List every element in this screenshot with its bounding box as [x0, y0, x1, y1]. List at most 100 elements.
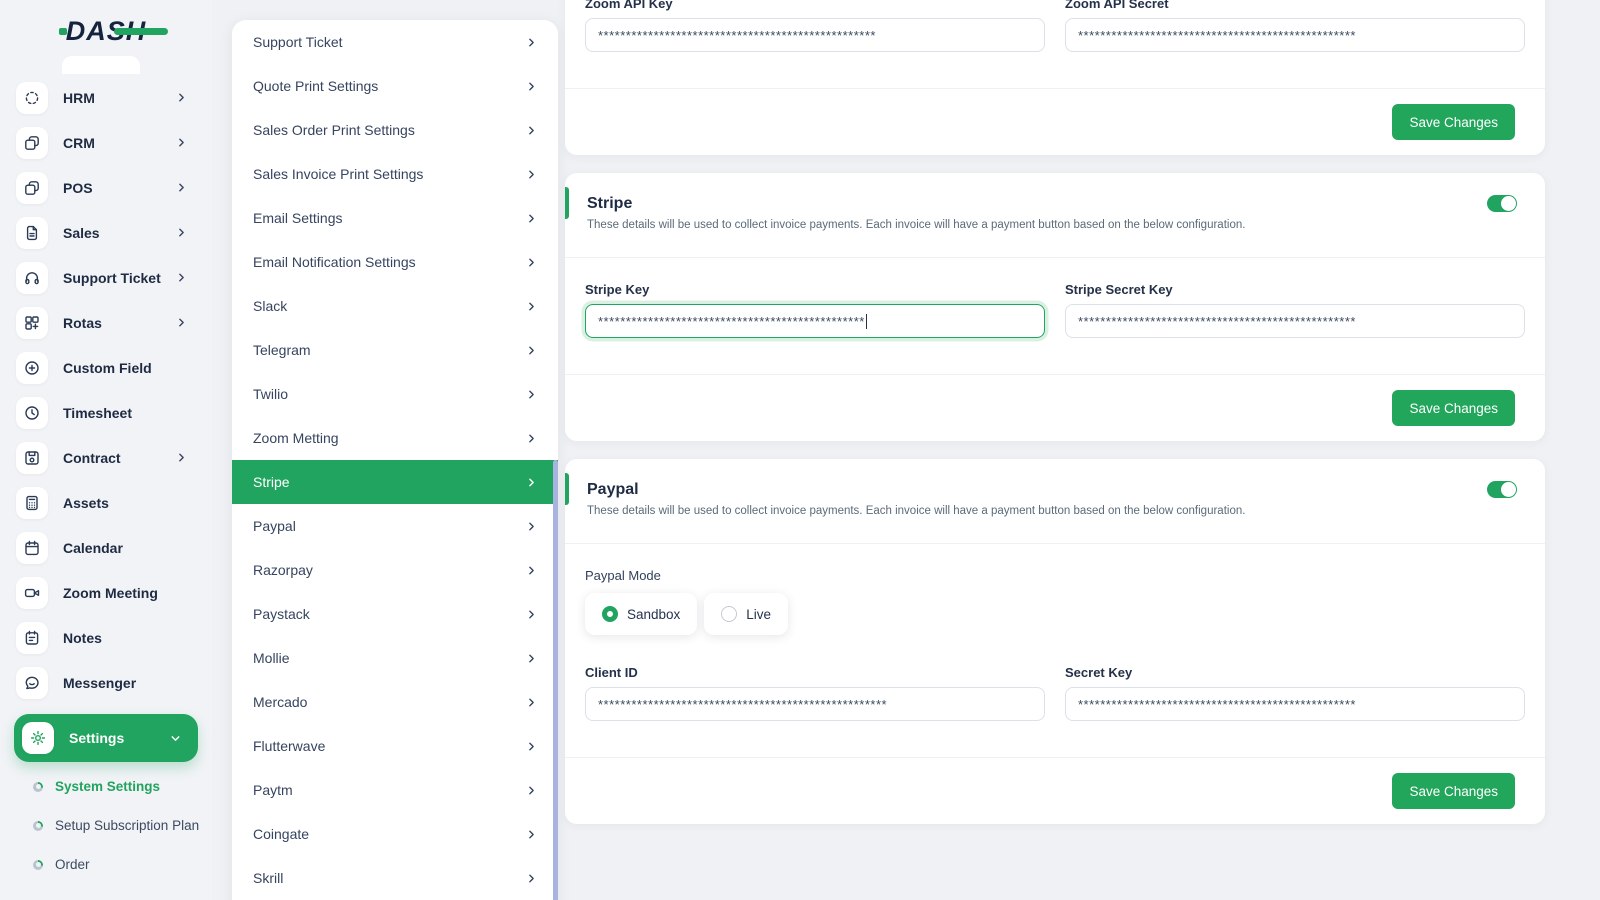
stripe-toggle-knob: [1501, 196, 1516, 211]
paypal-description: These details will be used to collect in…: [587, 505, 1246, 517]
settings-nav-item-sales-invoice-print-settings[interactable]: Sales Invoice Print Settings: [232, 152, 558, 196]
stripe-secret-key-group: Stripe Secret Key **********************…: [1065, 282, 1525, 338]
paypal-mode-live-option[interactable]: Live: [704, 593, 789, 635]
settings-nav-item-paypal[interactable]: Paypal: [232, 504, 558, 548]
sub-item-bullet-icon: [33, 781, 43, 792]
sidebar-item-contract[interactable]: Contract: [0, 435, 212, 480]
sidebar-item-settings[interactable]: Settings: [14, 714, 198, 762]
sidebar-item-zoom-meeting[interactable]: Zoom Meeting: [0, 570, 212, 615]
chevron-right-icon: [529, 566, 534, 574]
paypal-mode-label: Paypal Mode: [585, 568, 661, 583]
settings-nav-item-telegram[interactable]: Telegram: [232, 328, 558, 372]
sidebar-item-sales[interactable]: Sales: [0, 210, 212, 255]
settings-nav-item-quote-print-settings[interactable]: Quote Print Settings: [232, 64, 558, 108]
sidebar-item-custom-field[interactable]: Custom Field: [0, 345, 212, 390]
settings-nav-item-support-ticket[interactable]: Support Ticket: [232, 20, 558, 64]
paypal-mode-sandbox-option[interactable]: Sandbox: [585, 593, 698, 635]
support-ticket-icon: [25, 271, 39, 284]
stripe-enable-toggle[interactable]: [1487, 195, 1517, 212]
paypal-save-button[interactable]: Save Changes: [1392, 773, 1515, 809]
settings-nav-item-email-settings[interactable]: Email Settings: [232, 196, 558, 240]
sidebar-item-crm[interactable]: CRM: [0, 120, 212, 165]
text-cursor: [865, 313, 867, 329]
sidebar-item-pos[interactable]: POS: [0, 165, 212, 210]
settings-nav-item-mercado[interactable]: Mercado: [232, 680, 558, 724]
chevron-right-icon: [529, 434, 534, 442]
logo-accent-bar: [114, 28, 169, 35]
sidebar-item-support-ticket[interactable]: Support Ticket: [0, 255, 212, 300]
chevron-right-icon: [529, 258, 534, 266]
zoom-api-key-input[interactable]: ****************************************…: [585, 18, 1045, 52]
zoom-api-secret-input[interactable]: ****************************************…: [1065, 18, 1525, 52]
sidebar-item-messenger[interactable]: Messenger: [0, 660, 212, 705]
paypal-card-header: Paypal These details will be used to col…: [565, 459, 1545, 544]
settings-nav-item-paystack[interactable]: Paystack: [232, 592, 558, 636]
client-id-input[interactable]: ****************************************…: [585, 687, 1045, 721]
settings-nav-item-mollie[interactable]: Mollie: [232, 636, 558, 680]
sidebar: DASH HRM CRM POS Sales Support Ticket Ro…: [0, 0, 212, 900]
settings-nav-item-slack[interactable]: Slack: [232, 284, 558, 328]
main-content: Zoom API Key ***************************…: [565, 0, 1545, 824]
crm-icon: [25, 135, 39, 150]
chevron-right-icon: [529, 302, 534, 310]
settings-nav-item-coingate[interactable]: Coingate: [232, 812, 558, 856]
stripe-secret-key-label: Stripe Secret Key: [1065, 282, 1173, 297]
client-id-label: Client ID: [585, 665, 638, 680]
live-label: Live: [746, 606, 772, 622]
stripe-key-value: ****************************************…: [598, 313, 865, 329]
settings-nav-item-stripe[interactable]: Stripe: [232, 460, 558, 504]
settings-nav-item-zoom-metting[interactable]: Zoom Metting: [232, 416, 558, 460]
chevron-right-icon: [529, 214, 534, 222]
sidebar-item-assets[interactable]: Assets: [0, 480, 212, 525]
sidebar-item-timesheet[interactable]: Timesheet: [0, 390, 212, 435]
sub-item-bullet-icon: [33, 820, 43, 831]
live-radio-icon[interactable]: [721, 606, 738, 622]
chevron-right-icon: [529, 874, 534, 882]
submenu-item-order[interactable]: Order: [0, 845, 212, 884]
submenu-item-system-settings[interactable]: System Settings: [0, 767, 212, 806]
zoom-api-key-group: Zoom API Key ***************************…: [585, 0, 1045, 52]
secret-key-value: ****************************************…: [1078, 696, 1356, 712]
settings-nav-item-paytm[interactable]: Paytm: [232, 768, 558, 812]
stripe-key-label: Stripe Key: [585, 282, 650, 297]
client-id-value: ****************************************…: [598, 696, 888, 712]
stripe-card-footer: Save Changes: [565, 374, 1545, 441]
stripe-key-input[interactable]: ****************************************…: [585, 304, 1045, 338]
settings-icon: [30, 730, 46, 746]
sandbox-radio-icon[interactable]: [602, 606, 618, 622]
settings-nav-item-flutterwave[interactable]: Flutterwave: [232, 724, 558, 768]
settings-nav-item-sales-order-print-settings[interactable]: Sales Order Print Settings: [232, 108, 558, 152]
settings-nav-item-twilio[interactable]: Twilio: [232, 372, 558, 416]
chevron-right-icon: [179, 318, 184, 327]
chevron-right-icon: [529, 786, 534, 794]
chevron-right-icon: [529, 478, 534, 486]
stripe-secret-key-input[interactable]: ****************************************…: [1065, 304, 1525, 338]
sidebar-item-calendar[interactable]: Calendar: [0, 525, 212, 570]
assets-icon: [26, 495, 38, 510]
chevron-right-icon: [179, 93, 184, 102]
sidebar-item-rotas[interactable]: Rotas: [0, 300, 212, 345]
chevron-right-icon: [529, 38, 534, 46]
paypal-title: Paypal: [587, 481, 639, 498]
custom-field-icon: [25, 360, 39, 375]
chevron-right-icon: [529, 346, 534, 354]
sidebar-item-notes[interactable]: Notes: [0, 615, 212, 660]
panel-scrollbar[interactable]: [553, 460, 558, 900]
stripe-secret-key-value: ****************************************…: [1078, 313, 1356, 329]
zoom-save-button[interactable]: Save Changes: [1392, 104, 1515, 140]
submenu-item-setup-subscription-plan[interactable]: Setup Subscription Plan: [0, 806, 212, 845]
secret-key-input[interactable]: ****************************************…: [1065, 687, 1525, 721]
chevron-right-icon: [179, 228, 184, 237]
zoom-card-footer: Save Changes: [565, 88, 1545, 155]
settings-nav-item-skrill[interactable]: Skrill: [232, 856, 558, 900]
paypal-enable-toggle[interactable]: [1487, 481, 1517, 498]
paypal-secret-key-group: Secret Key *****************************…: [1065, 665, 1525, 721]
pos-icon: [25, 180, 39, 195]
settings-nav-item-razorpay[interactable]: Razorpay: [232, 548, 558, 592]
sandbox-label: Sandbox: [627, 606, 681, 622]
stripe-save-button[interactable]: Save Changes: [1392, 390, 1515, 426]
brand-logo[interactable]: DASH: [58, 16, 169, 58]
settings-nav-item-email-notification-settings[interactable]: Email Notification Settings: [232, 240, 558, 284]
zoom-api-secret-group: Zoom API Secret ************************…: [1065, 0, 1525, 52]
sidebar-item-hrm[interactable]: HRM: [0, 75, 212, 120]
